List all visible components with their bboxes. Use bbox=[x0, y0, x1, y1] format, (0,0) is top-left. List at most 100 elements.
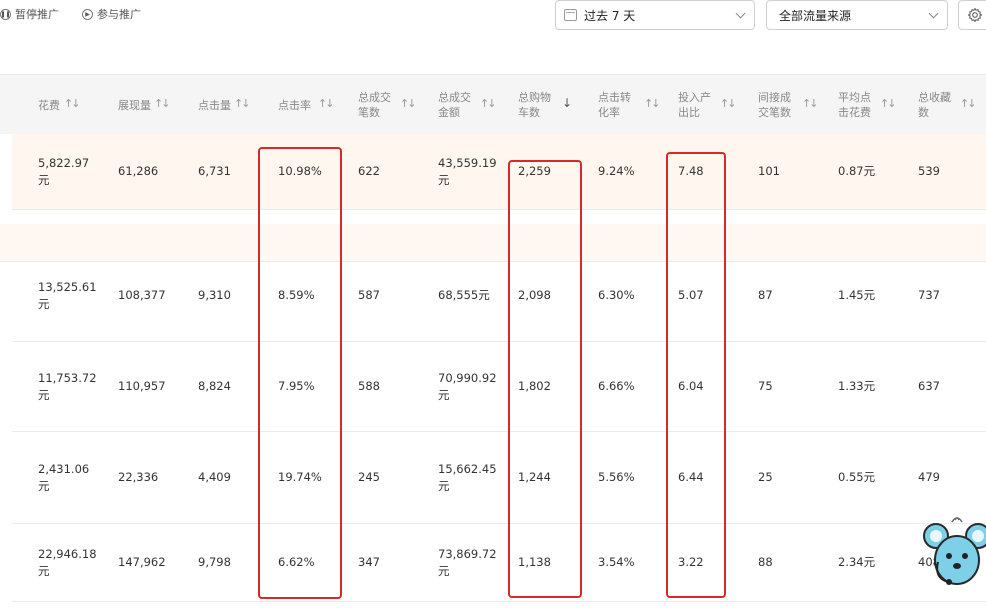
cell-clicks: 6,731 bbox=[198, 164, 231, 178]
cell-clicks: 9,798 bbox=[198, 555, 231, 569]
column-header-gmv[interactable]: 总成交 金额 bbox=[438, 75, 471, 135]
cell-cvr: 9.24% bbox=[598, 164, 635, 178]
sort-icon[interactable]: ↑↓ bbox=[880, 97, 897, 110]
table-row[interactable]: 22,946.18 元 147,962 9,798 6.62% 347 73,869.72… bbox=[12, 524, 986, 602]
cell-orders: 245 bbox=[358, 470, 380, 484]
column-header-label: 花费 bbox=[38, 98, 60, 112]
cell-indirect: 101 bbox=[758, 164, 780, 178]
chevron-down-icon bbox=[928, 8, 939, 19]
cell-gmv: 43,559.19 元 bbox=[438, 156, 497, 187]
play-icon: ▶ bbox=[82, 8, 93, 20]
table-row[interactable]: 11,753.72 元 110,957 8,824 7.95% 588 70,990.92… bbox=[12, 342, 986, 432]
pause-icon: ❚❚ bbox=[0, 8, 11, 20]
cell-indirect: 25 bbox=[758, 470, 773, 484]
cell-favs: 737 bbox=[918, 288, 940, 302]
cell-cpc: 1.45元 bbox=[838, 288, 876, 302]
sort-desc-icon[interactable]: ↓ bbox=[562, 96, 572, 110]
sort-icon[interactable]: ↑↓ bbox=[234, 97, 251, 110]
cell-cvr: 6.66% bbox=[598, 379, 635, 393]
date-range-value: 过去 7 天 bbox=[584, 8, 636, 23]
toolbar: ❚❚ 暂停推广 ▶ 参与推广 过去 7 天 全部流量来源 bbox=[0, 0, 986, 42]
column-header-cost[interactable]: 花费 bbox=[38, 75, 60, 135]
column-header-label: 点击转 化率 bbox=[598, 91, 631, 119]
cell-cvr: 6.30% bbox=[598, 288, 635, 302]
column-header-label: 点击量 bbox=[198, 98, 231, 112]
cell-orders: 347 bbox=[358, 555, 380, 569]
column-header-clicks[interactable]: 点击量 bbox=[198, 75, 231, 135]
chevron-down-icon bbox=[735, 8, 746, 19]
cell-gmv: 70,990.92 元 bbox=[438, 371, 497, 402]
date-range-select[interactable]: 过去 7 天 bbox=[555, 0, 755, 30]
column-header-ctr[interactable]: 点击率 bbox=[278, 75, 311, 135]
sort-icon[interactable]: ↑↓ bbox=[318, 97, 335, 110]
sort-icon[interactable]: ↑↓ bbox=[480, 97, 497, 110]
sort-icon[interactable]: ↑↓ bbox=[960, 97, 977, 110]
join-promotion-link[interactable]: ▶ 参与推广 bbox=[82, 6, 141, 22]
highlight-box-roi bbox=[666, 152, 726, 598]
cell-cpc: 2.34元 bbox=[838, 555, 876, 569]
cell-cost: 2,431.06 元 bbox=[38, 462, 90, 493]
table-row[interactable]: 13,525.61 元 108,377 9,310 8.59% 587 68,555元 2,… bbox=[12, 250, 986, 342]
sort-icon[interactable]: ↑↓ bbox=[802, 97, 819, 110]
join-label: 参与推广 bbox=[97, 8, 141, 21]
column-header-impressions[interactable]: 展现量 bbox=[118, 75, 151, 135]
settings-button[interactable] bbox=[958, 0, 986, 30]
column-header-carts[interactable]: 总购物 车数 bbox=[518, 75, 551, 135]
cell-indirect: 88 bbox=[758, 555, 773, 569]
column-header-label: 点击率 bbox=[278, 98, 311, 112]
cell-impressions: 61,286 bbox=[118, 164, 159, 178]
cell-cvr: 3.54% bbox=[598, 555, 635, 569]
sort-icon[interactable]: ↑↓ bbox=[720, 97, 737, 110]
cell-indirect: 87 bbox=[758, 288, 773, 302]
pause-label: 暂停推广 bbox=[15, 8, 59, 21]
mascot-icon[interactable] bbox=[922, 512, 986, 592]
column-header-orders[interactable]: 总成交 笔数 bbox=[358, 75, 391, 135]
column-header-label: 平均点 击花费 bbox=[838, 91, 871, 119]
cell-gmv: 73,869.72 元 bbox=[438, 547, 497, 578]
column-header-label: 投入产 出比 bbox=[678, 91, 711, 119]
calendar-icon bbox=[564, 9, 577, 21]
cell-cpc: 0.55元 bbox=[838, 470, 876, 484]
cell-cost: 5,822.97 元 bbox=[38, 156, 90, 187]
sort-icon[interactable]: ↑↓ bbox=[400, 97, 417, 110]
traffic-source-value: 全部流量来源 bbox=[779, 8, 852, 23]
cell-impressions: 147,962 bbox=[118, 555, 166, 569]
column-header-label: 总成交 笔数 bbox=[358, 91, 391, 119]
table-row[interactable]: 2,431.06 元 22,336 4,409 19.74% 245 15,662.45 … bbox=[12, 432, 986, 524]
cell-orders: 587 bbox=[358, 288, 380, 302]
cell-cvr: 5.56% bbox=[598, 470, 635, 484]
sort-icon[interactable]: ↑↓ bbox=[64, 97, 81, 110]
highlight-box-carts bbox=[508, 160, 582, 598]
cell-cost: 22,946.18 元 bbox=[38, 547, 97, 578]
column-header-label: 总收藏 数 bbox=[918, 91, 951, 119]
pause-promotion-link[interactable]: ❚❚ 暂停推广 bbox=[0, 6, 59, 22]
cell-cpc: 1.33元 bbox=[838, 379, 876, 393]
cell-favs: 479 bbox=[918, 470, 940, 484]
cell-indirect: 75 bbox=[758, 379, 773, 393]
cell-impressions: 22,336 bbox=[118, 470, 159, 484]
column-header-favs[interactable]: 总收藏 数 bbox=[918, 75, 951, 135]
cell-impressions: 110,957 bbox=[118, 379, 166, 393]
cell-orders: 588 bbox=[358, 379, 380, 393]
column-header-indirect[interactable]: 间接成 交笔数 bbox=[758, 75, 791, 135]
column-header-label: 总成交 金额 bbox=[438, 91, 471, 119]
highlight-box-ctr bbox=[258, 147, 342, 599]
column-header-label: 间接成 交笔数 bbox=[758, 91, 791, 119]
cell-clicks: 8,824 bbox=[198, 379, 231, 393]
gear-icon bbox=[967, 7, 983, 23]
table-row[interactable]: 5,822.97 元 61,286 6,731 10.98% 622 43,559.19 … bbox=[12, 134, 986, 210]
cell-favs: 539 bbox=[918, 164, 940, 178]
sort-icon[interactable]: ↑↓ bbox=[644, 97, 661, 110]
column-header-roi[interactable]: 投入产 出比 bbox=[678, 75, 711, 135]
cell-gmv: 68,555元 bbox=[438, 288, 490, 302]
cell-cpc: 0.87元 bbox=[838, 164, 876, 178]
traffic-source-select[interactable]: 全部流量来源 bbox=[766, 0, 948, 30]
column-header-label: 展现量 bbox=[118, 98, 151, 112]
column-header-cvr[interactable]: 点击转 化率 bbox=[598, 75, 631, 135]
column-header-cpc[interactable]: 平均点 击花费 bbox=[838, 75, 871, 135]
sort-icon[interactable]: ↑↓ bbox=[154, 97, 171, 110]
cell-favs: 637 bbox=[918, 379, 940, 393]
report-table: 花费 ↑↓ 展现量 ↑↓ 点击量 ↑↓ 点击率 ↑↓ 总成交 笔数 ↑↓ 总成交 金额 ↑↓ 总购物 车… bbox=[0, 74, 986, 608]
table-header: 花费 ↑↓ 展现量 ↑↓ 点击量 ↑↓ 点击率 ↑↓ 总成交 笔数 ↑↓ 总成交 金额 ↑↓ 总购物 车… bbox=[0, 74, 986, 134]
cell-gmv: 15,662.45 元 bbox=[438, 462, 497, 493]
